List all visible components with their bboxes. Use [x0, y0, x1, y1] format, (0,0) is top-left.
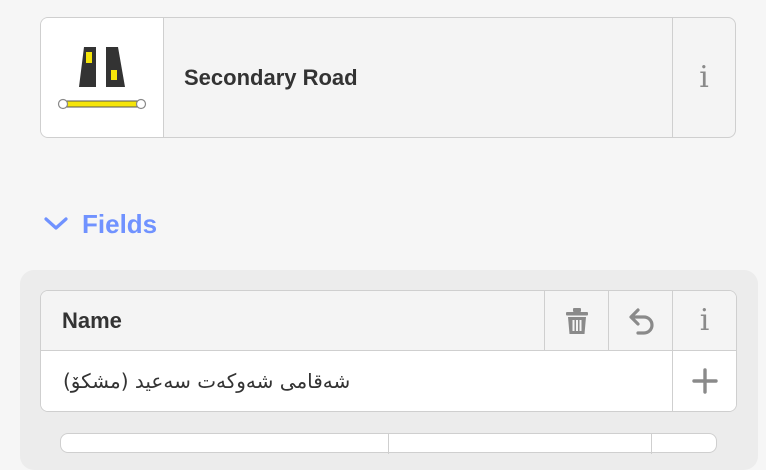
name-field: Name i شەقامی شەوکەت سەعید (مشکۆ): [40, 290, 737, 412]
name-field-header: Name i: [41, 291, 736, 351]
info-icon: i: [699, 60, 709, 95]
name-input-value: شەقامی شەوکەت سەعید (مشکۆ): [63, 369, 351, 393]
trash-icon: [565, 307, 588, 334]
next-field-card: [60, 433, 717, 454]
name-input-row: شەقامی شەوکەت سەعید (مشکۆ): [41, 351, 736, 411]
preset-card: Secondary Road i: [40, 17, 736, 138]
preset-info-button[interactable]: i: [672, 18, 735, 137]
revert-field-button[interactable]: [608, 291, 672, 350]
chevron-down-icon: [44, 217, 68, 230]
name-field-label: Name: [62, 307, 122, 333]
fields-section-label: Fields: [82, 208, 158, 239]
secondary-road-icon: [57, 46, 147, 109]
name-input[interactable]: شەقامی شەوکەت سەعید (مشکۆ): [41, 351, 672, 411]
info-icon: i: [699, 303, 710, 338]
preset-icon-button[interactable]: [41, 18, 164, 137]
field-info-button[interactable]: i: [672, 291, 736, 350]
preset-name[interactable]: Secondary Road: [164, 18, 672, 137]
undo-icon: [628, 307, 654, 335]
add-localized-name-button[interactable]: [672, 351, 736, 411]
fields-section-toggle[interactable]: Fields: [42, 204, 157, 244]
plus-icon: [691, 368, 718, 394]
remove-field-button[interactable]: [544, 291, 608, 350]
